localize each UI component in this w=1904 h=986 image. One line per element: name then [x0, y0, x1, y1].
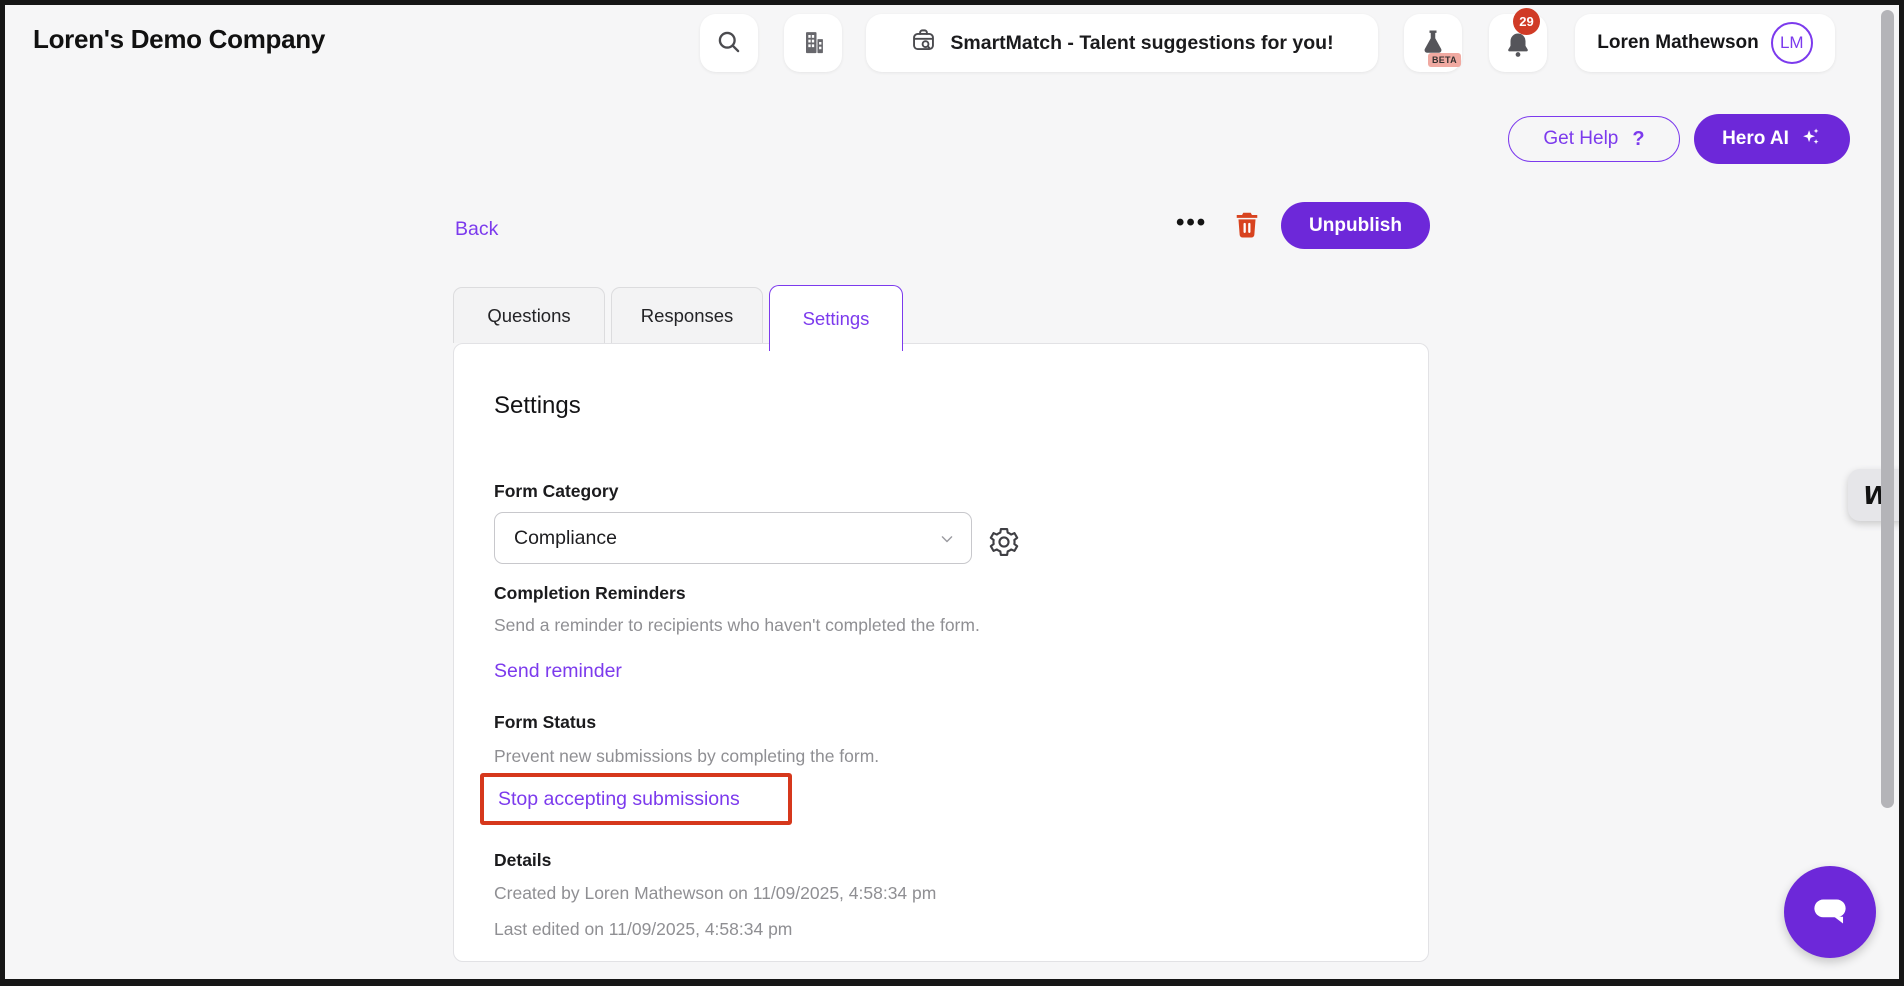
- send-reminder-link[interactable]: Send reminder: [494, 660, 622, 683]
- chat-launcher-button[interactable]: [1784, 866, 1876, 958]
- search-icon: [715, 28, 743, 59]
- smartmatch-button[interactable]: SmartMatch - Talent suggestions for you!: [866, 14, 1378, 72]
- hero-ai-button[interactable]: Hero AI: [1694, 114, 1850, 164]
- get-help-button[interactable]: Get Help ?: [1508, 116, 1680, 162]
- screenshot-border: [1899, 0, 1904, 986]
- form-category-select[interactable]: Compliance: [494, 512, 972, 564]
- settings-heading: Settings: [494, 392, 581, 420]
- get-help-label: Get Help: [1543, 128, 1618, 150]
- question-mark-icon: ?: [1632, 128, 1644, 151]
- screenshot-border: [0, 0, 1904, 5]
- form-category-settings-button[interactable]: [986, 525, 1022, 561]
- form-status-label: Form Status: [494, 712, 596, 733]
- settings-card: Settings Form Category Compliance Comple…: [453, 343, 1429, 962]
- trash-icon: [1231, 230, 1263, 245]
- form-tabs: Questions Responses Settings: [453, 287, 909, 351]
- company-name: Loren's Demo Company: [33, 24, 325, 55]
- created-by-text: Created by Loren Mathewson on 11/09/2025…: [494, 883, 936, 904]
- company-switcher-button[interactable]: [784, 14, 842, 72]
- hero-ai-label: Hero AI: [1722, 128, 1789, 150]
- screenshot-border: [0, 0, 5, 986]
- unpublish-button[interactable]: Unpublish: [1281, 202, 1430, 249]
- smartmatch-label: SmartMatch - Talent suggestions for you!: [950, 32, 1333, 55]
- chevron-down-icon: [937, 529, 957, 555]
- form-status-description: Prevent new submissions by completing th…: [494, 746, 879, 767]
- notification-badge: 29: [1513, 8, 1540, 35]
- notifications-button[interactable]: 29: [1489, 14, 1547, 72]
- overflow-menu-button[interactable]: •••: [1176, 209, 1207, 237]
- avatar: LM: [1771, 22, 1813, 64]
- completion-reminders-description: Send a reminder to recipients who haven'…: [494, 615, 980, 636]
- last-edited-text: Last edited on 11/09/2025, 4:58:34 pm: [494, 919, 792, 940]
- user-name: Loren Mathewson: [1597, 32, 1759, 54]
- form-category-label: Form Category: [494, 481, 618, 502]
- tab-settings[interactable]: Settings: [769, 285, 903, 351]
- tab-responses[interactable]: Responses: [611, 287, 763, 343]
- app-window: Loren's Demo Company: [0, 0, 1904, 986]
- back-link[interactable]: Back: [455, 218, 498, 241]
- annotation-highlight-box: Stop accepting submissions: [480, 773, 792, 825]
- building-icon: [799, 28, 827, 59]
- stop-accepting-submissions-link[interactable]: Stop accepting submissions: [498, 788, 740, 811]
- tab-questions[interactable]: Questions: [453, 287, 605, 343]
- completion-reminders-label: Completion Reminders: [494, 583, 686, 604]
- delete-button[interactable]: [1230, 208, 1264, 244]
- side-widget-tab[interactable]: W: [1848, 469, 1904, 521]
- details-label: Details: [494, 850, 551, 871]
- beta-badge: BETA: [1428, 53, 1461, 67]
- labs-button[interactable]: BETA: [1404, 14, 1462, 72]
- briefcase-search-icon: [910, 27, 937, 60]
- profile-button[interactable]: Loren Mathewson LM: [1575, 14, 1835, 72]
- vertical-scrollbar[interactable]: [1881, 10, 1894, 808]
- form-category-value: Compliance: [514, 527, 617, 550]
- chat-bubble-icon: [1805, 886, 1855, 939]
- screenshot-border: [0, 979, 1904, 986]
- gear-icon: [987, 547, 1021, 562]
- sparkles-icon: [1799, 125, 1822, 154]
- search-button[interactable]: [700, 14, 758, 72]
